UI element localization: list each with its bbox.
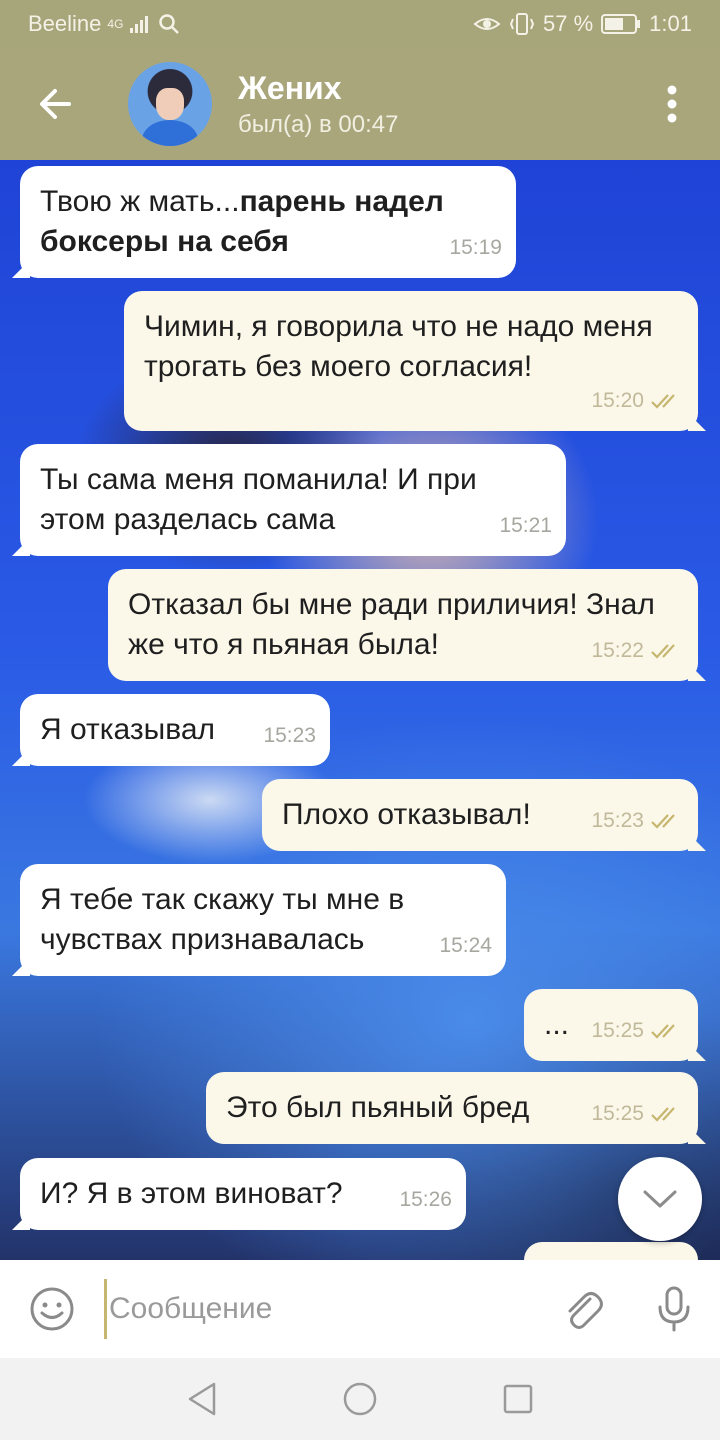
attach-button[interactable] xyxy=(536,1260,628,1358)
message-time: 15:26 xyxy=(399,1188,452,1211)
double-check-icon xyxy=(651,644,675,659)
message-bubble-outgoing[interactable]: Плохо отказывал! 15:23 xyxy=(262,779,706,851)
nav-recents-button[interactable] xyxy=(494,1375,542,1423)
message-meta: 15:25 xyxy=(591,1094,684,1134)
network-type-label: 4G xyxy=(107,17,124,31)
clock-label: 1:01 xyxy=(649,11,692,36)
message-time: 15:23 xyxy=(263,724,316,747)
double-check-icon xyxy=(651,814,675,829)
circle-home-icon xyxy=(343,1382,377,1416)
microphone-button[interactable] xyxy=(628,1260,720,1358)
chevron-down-icon xyxy=(643,1190,677,1208)
message-text: Я отказывал xyxy=(40,713,216,746)
system-navigation-bar xyxy=(0,1358,720,1440)
message-time: 15:24 xyxy=(439,934,492,957)
scroll-down-button[interactable] xyxy=(618,1157,702,1241)
message-bubble-outgoing-partial[interactable] xyxy=(524,1242,698,1260)
message-meta: 15:25 xyxy=(591,1011,684,1051)
message-time: 15:21 xyxy=(499,514,552,537)
message-meta: 15:23 xyxy=(263,716,316,756)
chat-title: Жених xyxy=(238,69,342,106)
emoji-button[interactable] xyxy=(0,1260,104,1358)
message-text: Плохо отказывал! xyxy=(282,798,531,831)
message-meta: 15:21 xyxy=(499,506,552,546)
message-bubble-outgoing[interactable]: ... 15:25 xyxy=(524,989,706,1061)
message-input-bar xyxy=(0,1260,720,1358)
more-vertical-icon xyxy=(667,85,677,123)
message-time: 15:23 xyxy=(591,809,644,832)
status-left: Beeline 4G xyxy=(28,11,181,37)
double-check-icon xyxy=(651,1107,675,1122)
bubble-tail xyxy=(12,748,30,766)
message-bubble-incoming[interactable]: Ты сама меня поманила! И при этом раздел… xyxy=(12,444,566,556)
arrow-left-icon xyxy=(40,89,71,119)
message-bubble-outgoing[interactable]: Чимин, я говорила что не надо меня трога… xyxy=(124,291,706,431)
bubble-tail xyxy=(12,1212,30,1230)
search-icon xyxy=(159,14,180,34)
message-text: Ты сама меня поманила! И при этом раздел… xyxy=(40,463,477,536)
nav-home-button[interactable] xyxy=(336,1375,384,1423)
more-menu-button[interactable] xyxy=(624,48,720,160)
bubble-tail xyxy=(688,663,706,681)
bubble-tail xyxy=(688,1126,706,1144)
carrier-label: Beeline xyxy=(28,11,102,36)
eye-icon xyxy=(473,18,501,30)
message-time: 15:25 xyxy=(591,1102,644,1125)
message-time: 15:25 xyxy=(591,1019,644,1042)
message-text: Отказал бы мне ради приличия! Знал же чт… xyxy=(128,588,655,661)
message-bubble-incoming[interactable]: И? Я в этом виноват? 15:26 xyxy=(12,1158,466,1230)
signal-icon xyxy=(130,16,149,33)
message-bubble-incoming[interactable]: Я отказывал 15:23 xyxy=(12,694,330,766)
message-meta: 15:24 xyxy=(439,926,492,966)
message-text: ... xyxy=(544,1008,570,1041)
message-time: 15:19 xyxy=(449,236,502,259)
bubble-tail xyxy=(12,958,30,976)
message-text: Твою ж мать... xyxy=(40,185,240,218)
bubble-tail xyxy=(688,833,706,851)
message-meta: 15:26 xyxy=(399,1180,452,1220)
message-meta: 15:23 xyxy=(591,801,684,841)
message-time: 15:22 xyxy=(591,639,644,662)
smiley-icon xyxy=(30,1287,74,1331)
back-button[interactable] xyxy=(0,48,110,160)
bubble-tail xyxy=(12,538,30,556)
message-bubble-incoming[interactable]: Я тебе так скажу ты мне в чувствах призн… xyxy=(12,864,506,976)
message-meta: 15:20 xyxy=(591,381,684,421)
bubble-tail xyxy=(688,1043,706,1061)
message-meta: 15:22 xyxy=(591,631,684,671)
square-recents-icon xyxy=(503,1384,533,1414)
message-text: Чимин, я говорила что не надо меня трога… xyxy=(144,310,653,383)
double-check-icon xyxy=(651,1024,675,1039)
triangle-back-icon xyxy=(188,1382,216,1416)
last-seen-status: был(а) в 00:47 xyxy=(238,110,399,138)
message-text: Я тебе так скажу ты мне в чувствах призн… xyxy=(40,883,405,956)
message-text: Это был пьяный бред xyxy=(226,1091,530,1124)
paperclip-icon xyxy=(568,1292,603,1329)
message-meta: 15:19 xyxy=(449,228,502,268)
microphone-icon xyxy=(658,1286,690,1332)
battery-percent-label: 57 % xyxy=(543,11,594,36)
bubble-tail xyxy=(688,413,706,431)
status-right: 57 % 1:01 xyxy=(473,11,692,37)
message-input[interactable] xyxy=(104,1279,536,1339)
bubble-tail xyxy=(12,260,30,278)
message-bubble-outgoing[interactable]: Это был пьяный бред 15:25 xyxy=(206,1072,706,1144)
message-bubble-incoming[interactable]: Твою ж мать...парень надел боксеры на се… xyxy=(12,166,516,278)
chat-header-info[interactable]: Жених был(а) в 00:47 xyxy=(238,70,398,139)
vibrate-icon xyxy=(509,13,535,35)
message-time: 15:20 xyxy=(591,389,644,412)
nav-back-button[interactable] xyxy=(178,1375,226,1423)
avatar[interactable] xyxy=(128,62,212,146)
message-text: И? Я в этом виноват? xyxy=(40,1177,343,1210)
battery-icon xyxy=(601,14,641,34)
status-bar: Beeline 4G 57 % 1:01 xyxy=(0,0,720,48)
double-check-icon xyxy=(651,394,675,409)
chat-messages-area[interactable]: Твою ж мать...парень надел боксеры на се… xyxy=(0,160,720,1260)
chat-header: Жених был(а) в 00:47 xyxy=(0,48,720,160)
message-bubble-outgoing[interactable]: Отказал бы мне ради приличия! Знал же чт… xyxy=(108,569,706,681)
